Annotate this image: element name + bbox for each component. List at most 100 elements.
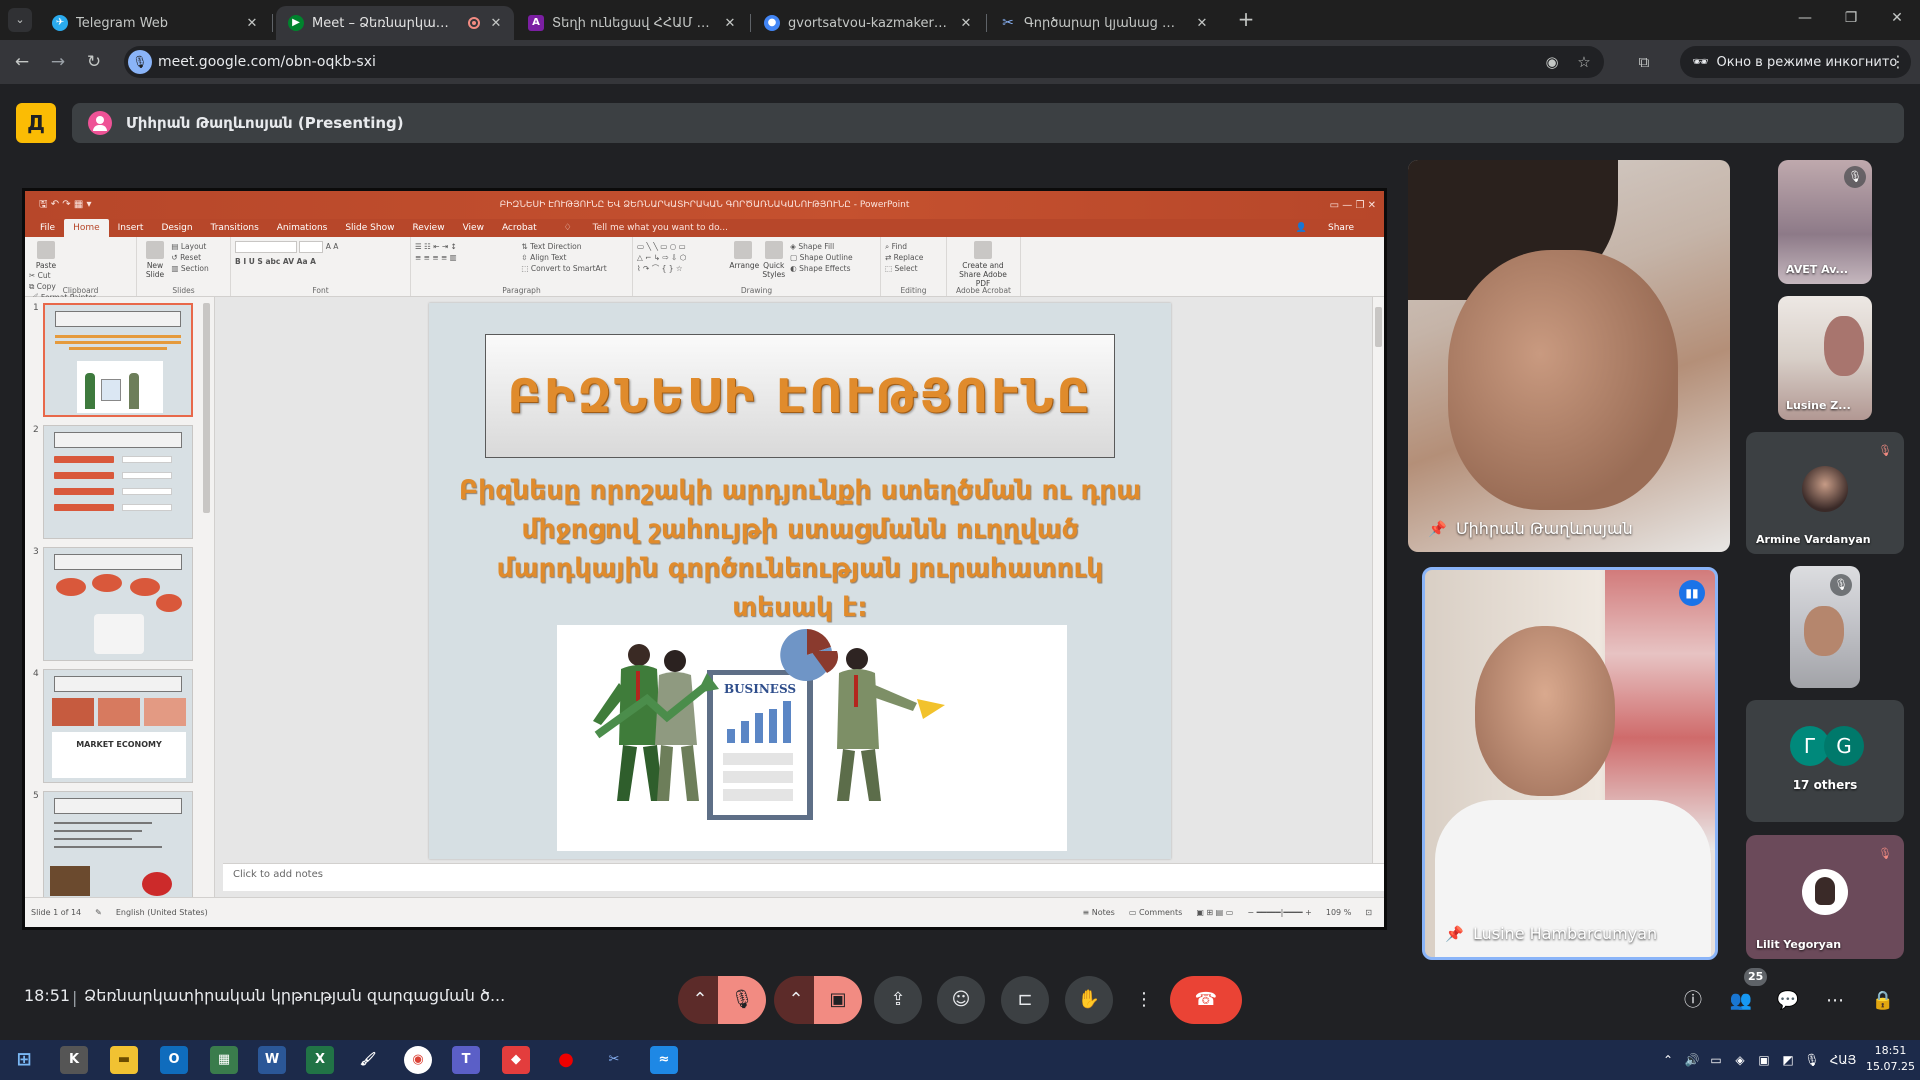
paint-icon[interactable]: 🖌 [354,1046,382,1074]
slide-thumbnail-5[interactable] [43,791,193,897]
calculator-icon[interactable]: ▦ [210,1046,238,1074]
close-tab-icon[interactable]: ✕ [722,16,738,31]
slide-thumbnail-2[interactable] [43,425,193,539]
language-indicator[interactable]: English (United States) [116,908,208,917]
tray-app-icon[interactable]: ◩ [1778,1040,1798,1080]
audio-options-chevron-icon[interactable]: ⌃ [678,976,722,1024]
raise-hand-icon[interactable]: ✋ [1065,976,1113,1024]
create-pdf-button[interactable]: Create and Share Adobe PDF [951,241,1015,288]
ppt-tab-review[interactable]: Review [403,219,453,237]
cut-button[interactable]: ✂ Cut [29,270,96,281]
zoom-level[interactable]: 109 % [1326,908,1351,917]
ppt-tab-design[interactable]: Design [152,219,201,237]
screen-recorder-icon[interactable]: ● [552,1046,580,1074]
slide-thumbnail-1[interactable] [43,303,193,417]
ppt-tab-animations[interactable]: Animations [268,219,337,237]
participant-tile-speaker[interactable]: ▮▮ 📌 Lusine Hambarcumyan [1422,567,1718,960]
more-options-icon[interactable]: ⋮ [1129,976,1159,1024]
align-text-button[interactable]: ⇳ Align Text [521,252,606,263]
tab-meet[interactable]: ▶ Meet – Ձեռնարկատիրակ ✕ [276,6,514,40]
participant-tile[interactable]: 🎙 [1790,566,1860,688]
tray-app-icon[interactable]: ◈ [1730,1040,1750,1080]
pin-icon[interactable]: 📌 [1445,925,1464,943]
mic-off-icon[interactable]: 🎙 [718,976,766,1024]
notes-pane[interactable]: Click to add notes [223,863,1384,891]
chat-icon[interactable]: 💬 [1773,986,1803,1016]
captions-icon[interactable]: ⊏ [1001,976,1049,1024]
presentation-icon[interactable]: Д [16,103,56,143]
minimize-icon[interactable]: — [1782,0,1828,36]
slide-title-box[interactable]: ԲԻԶՆԵՍԻ ԷՈՒԹՅՈՒՆԸ [485,334,1115,458]
notes-toggle[interactable]: ≡ Notes [1082,908,1114,917]
spellcheck-icon[interactable]: ✎ [95,908,102,917]
comments-toggle[interactable]: ▭ Comments [1129,908,1182,917]
back-icon[interactable]: ← [10,50,34,74]
network-icon[interactable]: ▭ [1706,1040,1726,1080]
snipping-tool-icon[interactable]: ✂ [600,1046,628,1074]
participant-tile-presenter[interactable]: 📌 Միհրան Թաղևոսյան [1408,160,1730,552]
quick-styles-button[interactable]: Quick Styles [760,241,788,279]
slide-thumbnail-3[interactable] [43,547,193,661]
teams-icon[interactable]: T [452,1046,480,1074]
font-name-dropdown[interactable] [235,241,297,253]
tray-mic-icon[interactable]: 🎙 [1802,1040,1822,1080]
leave-call-icon[interactable]: ☎ [1170,976,1242,1024]
slide-body-text[interactable]: Բիզնեսը որոշակի արդյունքի ստեղծման ու դր… [455,471,1145,627]
participant-tile[interactable]: Lusine Z... [1778,296,1872,420]
replace-button[interactable]: ⇄ Replace [885,252,942,263]
slide-scrollbar[interactable] [1372,297,1384,863]
restore-icon[interactable]: ❐ [1828,0,1874,36]
shapes-gallery[interactable]: ▭ ╲ ╲ ▭ ○ ▭ △ ⌐ ↳ ⇨ ⇩ ⬡ ⌇ ↷ ⌒ { } ☆ [637,241,727,274]
mic-site-icon[interactable]: 🎙 [128,50,152,74]
slide-thumbnail-4[interactable]: MARKET ECONOMY [43,669,193,783]
tab-telegram[interactable]: ✈ Telegram Web ✕ [40,6,270,40]
close-tab-icon[interactable]: ✕ [1194,16,1210,31]
text-direction-button[interactable]: ⇅ Text Direction [521,241,606,252]
extensions-icon[interactable]: ⧉ [1632,50,1656,74]
smartart-button[interactable]: ⬚ Convert to SmartArt [521,263,606,274]
app-icon[interactable]: K [60,1046,88,1074]
ppt-window-controls[interactable]: ▭ — ❐ ✕ [1330,200,1376,211]
meeting-info-icon[interactable]: ⓘ [1678,986,1708,1016]
file-explorer-icon[interactable]: ▬ [110,1046,138,1074]
reset-button[interactable]: ↺ Reset [171,252,208,263]
incognito-indicator[interactable]: 🕶 Окно в режиме инкогнито [1680,46,1912,78]
chrome-icon[interactable]: ◉ [404,1046,432,1074]
select-button[interactable]: ⬚ Select [885,263,942,274]
tab-hham[interactable]: A Տեղի ունեցավ ՀՀԱՄ խորհրդ ✕ [516,6,748,40]
ppt-tab-insert[interactable]: Insert [109,219,153,237]
input-language[interactable]: ՀԱՅ [1826,1040,1860,1080]
reload-icon[interactable]: ↻ [82,50,106,74]
url-text[interactable]: meet.google.com/obn-oqkb-sxi [158,46,376,78]
font-style-buttons[interactable]: B I U S abc AV Aa A [235,256,406,267]
ppt-tell-me[interactable]: ♢ Tell me what you want to do... [546,219,746,237]
eye-off-icon[interactable]: ◉ [1540,50,1564,74]
video-options-chevron-icon[interactable]: ⌃ [774,976,818,1024]
close-tab-icon[interactable]: ✕ [244,16,260,31]
paste-button[interactable]: Paste [29,241,63,270]
meeting-title[interactable]: Ձեռնարկատիրական կրթության զարգացման ծ... [84,986,505,1005]
new-slide-button[interactable]: New Slide [141,241,169,279]
others-tile[interactable]: Г G 17 others [1746,700,1904,822]
current-slide[interactable]: ԲԻԶՆԵՍԻ ԷՈՒԹՅՈՒՆԸ Բիզնեսը որոշակի արդյու… [429,303,1171,859]
browser-menu-icon[interactable]: ⋮ [1886,50,1910,74]
people-icon[interactable]: 👥 [1726,986,1756,1016]
activities-icon[interactable]: ⋯ [1820,986,1850,1016]
tab-search-icon[interactable]: ⌄ [8,8,32,32]
arrange-button[interactable]: Arrange [729,241,759,270]
shape-outline-button[interactable]: ▢ Shape Outline [790,252,853,263]
shape-effects-button[interactable]: ◐ Shape Effects [790,263,853,274]
align-buttons[interactable]: ≡ ≡ ≡ ≡ ▥ [415,252,519,263]
zoom-slider[interactable]: − ━━━━━|━━━━ + [1247,908,1312,917]
close-tab-icon[interactable]: ✕ [958,16,974,31]
participant-tile[interactable]: 🎙 AVET Av... [1778,160,1872,284]
pin-icon[interactable]: 📌 [1428,520,1447,538]
close-tab-icon[interactable]: ✕ [488,16,504,31]
business-illustration[interactable]: BUSINESS [557,625,1067,851]
font-size-dropdown[interactable] [299,241,324,253]
taskbar-clock[interactable]: 18:51 15.07.25 [1866,1043,1915,1075]
ppt-tab-file[interactable]: File [31,219,64,237]
tray-chevron-icon[interactable]: ⌃ [1660,1040,1676,1080]
ppt-tab-acrobat[interactable]: Acrobat [493,219,546,237]
volume-icon[interactable]: 🔊 [1682,1040,1702,1080]
